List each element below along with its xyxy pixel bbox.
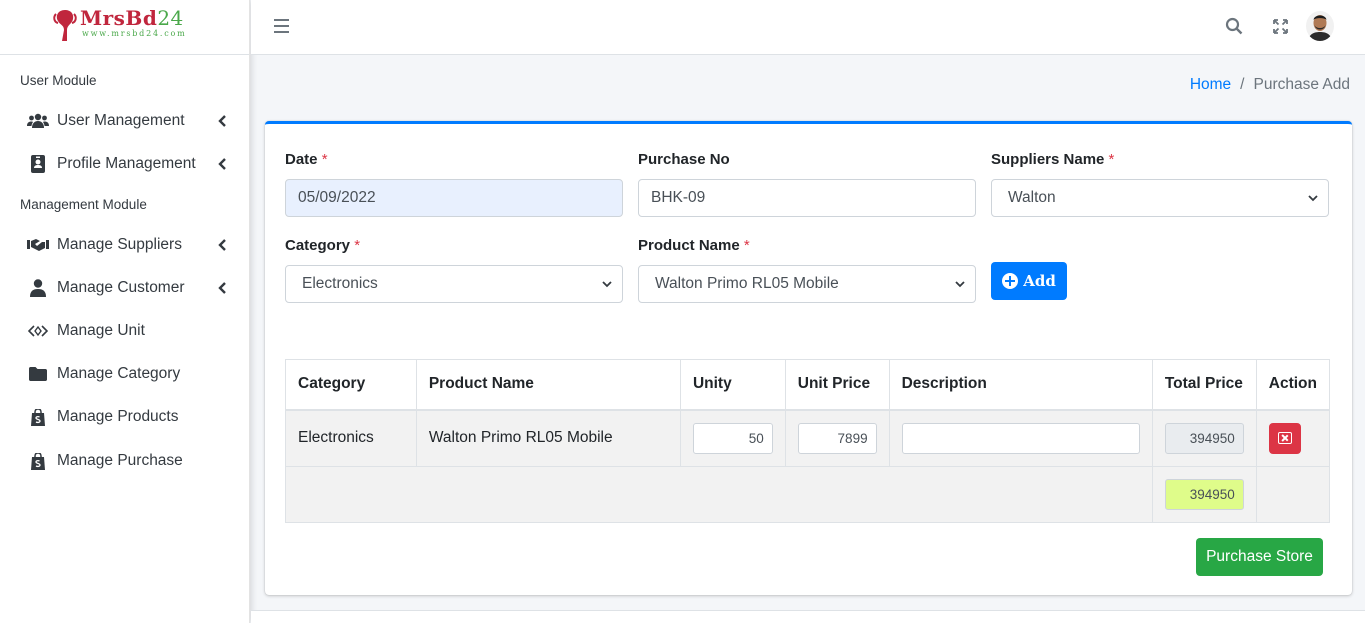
sidebar-item-label: Manage Unit [57,322,145,339]
sidebar-item-manage-purchase[interactable]: Manage Purchase [0,443,250,479]
description-input[interactable] [901,422,1140,454]
delete-row-button[interactable] [1268,422,1301,454]
sidebar-item-manage-products[interactable]: Manage Products [0,399,250,435]
column-header: Category [285,359,417,411]
menu-toggle-icon[interactable] [274,19,289,33]
product-select[interactable]: Walton Primo RL05 Mobile [638,265,976,303]
purchase-no-label: Purchase No [638,151,730,168]
brand-logo[interactable]: MrsBd24 www.mrsbd24.com [0,0,249,55]
supplier-label: Suppliers Name * [991,151,1115,168]
brand-number: 24 [157,6,184,30]
top-navbar [251,0,1365,55]
sidebar-item-label: Profile Management [57,155,196,172]
date-input[interactable]: 05/09/2022 [285,179,623,217]
chevron-left-icon [218,282,226,294]
shopify-bag-icon [27,452,49,470]
unity-input[interactable]: 50 [692,422,773,454]
product-label: Product Name * [638,237,750,254]
purchase-items-table: Category Product Name Unity Unit Price D… [285,359,1331,523]
sidebar-item-manage-category[interactable]: Manage Category [0,356,250,392]
chevron-left-icon [218,158,226,170]
sidebar-item-user-management[interactable]: User Management [0,103,250,139]
sidebar-item-label: Manage Category [57,365,181,382]
column-header: Product Name [415,359,681,411]
column-header: Unity [679,359,786,411]
handshake-icon [27,236,49,254]
unit-price-input[interactable]: 7899 [797,422,877,454]
category-select[interactable]: Electronics [285,265,623,303]
column-header: Description [888,359,1153,411]
footer [251,610,1365,623]
sidebar: MrsBd24 www.mrsbd24.com User Module User… [0,0,250,623]
sidebar-item-label: Manage Customer [57,279,185,296]
grand-total: 394950 [1164,479,1244,510]
user-avatar[interactable] [1306,11,1334,41]
date-label: Date * [285,151,328,168]
breadcrumb-separator: / [1240,76,1245,93]
logo-icon [53,10,77,41]
chevron-down-icon [602,281,612,288]
nav-header-management-module: Management Module [20,197,147,212]
chevron-down-icon [1308,195,1318,202]
close-icon [1277,432,1292,445]
sidebar-item-manage-suppliers[interactable]: Manage Suppliers [0,227,250,263]
shopify-bag-icon [27,408,49,426]
column-header: Action [1255,359,1331,411]
breadcrumb-current: Purchase Add [1253,76,1350,93]
breadcrumb-home-link[interactable]: Home [1190,76,1231,93]
purchase-no-input[interactable]: BHK-09 [638,179,976,217]
add-item-button[interactable]: Add [991,262,1067,300]
sidebar-item-manage-customer[interactable]: Manage Customer [0,270,250,306]
sidebar-item-manage-unit[interactable]: Manage Unit [0,313,250,349]
breadcrumb: Home / Purchase Add [1190,76,1350,94]
column-header: Total Price [1151,359,1257,411]
row-category: Electronics [285,409,417,467]
code-icon [27,322,49,340]
supplier-select[interactable]: Walton [991,179,1329,217]
chevron-left-icon [218,239,226,251]
sidebar-item-profile-management[interactable]: Profile Management [0,146,250,182]
purchase-store-button[interactable]: Purchase Store [1196,538,1323,576]
brand-name: MrsBd [80,6,158,30]
row-product: Walton Primo RL05 Mobile [415,409,681,467]
search-icon[interactable] [1225,17,1243,35]
user-icon [27,279,49,297]
chevron-down-icon [955,281,965,288]
nav-header-user-module: User Module [20,73,97,88]
sidebar-item-label: Manage Products [57,408,179,425]
category-label: Category * [285,237,361,254]
table-total-row: 394950 [285,466,1331,523]
row-total-price: 394950 [1164,422,1244,454]
purchase-form-card: Date * 05/09/2022 Purchase No BHK-09 Sup… [265,121,1352,595]
sidebar-item-label: Manage Purchase [57,452,183,469]
folder-icon [27,365,49,383]
table-header-row: Category Product Name Unity Unit Price D… [285,359,1331,411]
sidebar-item-label: User Management [57,112,185,129]
sidebar-item-label: Manage Suppliers [57,236,182,253]
table-row: Electronics Walton Primo RL05 Mobile 50 … [285,409,1331,467]
fullscreen-icon[interactable] [1273,19,1288,34]
id-badge-icon [27,155,49,173]
chevron-left-icon [218,115,226,127]
brand-url: www.mrsbd24.com [82,29,187,38]
column-header: Unit Price [784,359,890,411]
users-icon [27,112,49,130]
plus-circle-icon [1002,273,1019,289]
